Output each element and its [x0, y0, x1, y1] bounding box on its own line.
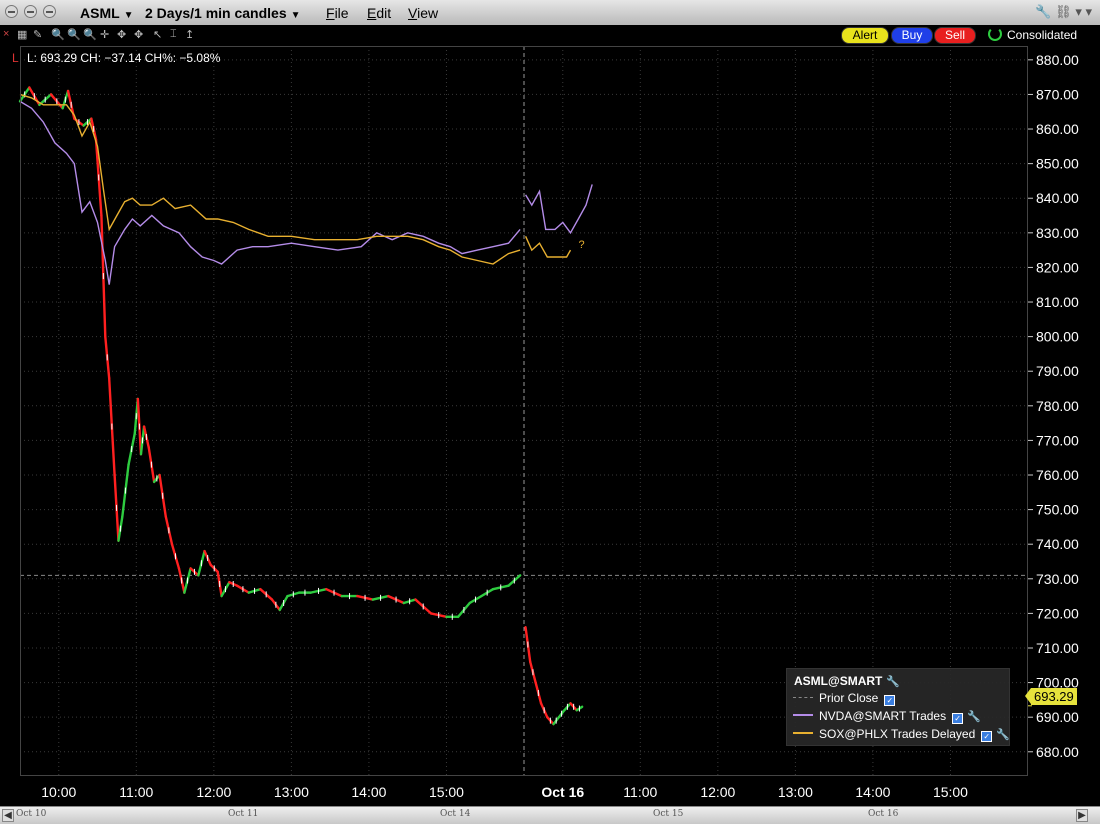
y-tick-label: 730.00 — [1036, 571, 1079, 587]
y-tick-label: 870.00 — [1036, 86, 1079, 102]
checkbox-icon[interactable]: ✓ — [952, 713, 964, 724]
wrench-icon[interactable]: 🔧 — [996, 729, 1010, 741]
legend-label: SOX@PHLX Trades Delayed — [819, 727, 976, 741]
scrollbar-date-label: Oct 11 — [228, 809, 259, 819]
legend-item-nvda[interactable]: NVDA@SMART Trades ✓ 🔧 — [793, 709, 981, 724]
chart-legend: ASML@SMART 🔧 Prior Close ✓ NVDA@SMART Trad… — [786, 668, 1010, 746]
current-price-tag: 693.29 — [1025, 688, 1077, 705]
y-tick-label: 720.00 — [1036, 605, 1079, 621]
wrench-icon[interactable]: 🔧 — [967, 711, 981, 723]
time-scrollbar[interactable]: ◀ Oct 10 Oct 11 Oct 14 Oct 15 Oct 16 ▶ — [0, 806, 1100, 824]
y-tick-label: 680.00 — [1036, 744, 1079, 760]
x-tick-label: 14:00 — [351, 784, 386, 800]
legend-title-text: ASML@SMART — [794, 674, 883, 688]
x-tick-label: 11:00 — [119, 784, 153, 800]
close-status-icon[interactable]: L — [12, 51, 19, 65]
y-tick-label: 850.00 — [1036, 156, 1079, 172]
x-tick-label: 15:00 — [933, 784, 968, 800]
legend-label: Prior Close — [819, 691, 879, 705]
scrollbar-date-label: Oct 16 — [868, 809, 899, 819]
y-tick-label: 760.00 — [1036, 467, 1079, 483]
y-tick-label: 840.00 — [1036, 190, 1079, 206]
y-tick-label: 790.00 — [1036, 363, 1079, 379]
y-tick-label: 710.00 — [1036, 640, 1079, 656]
scrollbar-date-label: Oct 14 — [440, 809, 471, 819]
x-tick-label: 11:00 — [623, 784, 657, 800]
y-tick-label: 830.00 — [1036, 225, 1079, 241]
legend-item-prior-close[interactable]: Prior Close ✓ — [793, 691, 896, 706]
y-tick-label: 860.00 — [1036, 121, 1079, 137]
y-tick-label: 750.00 — [1036, 502, 1079, 518]
x-tick-label: 10:00 — [41, 784, 76, 800]
plot-area — [20, 46, 1028, 776]
x-tick-label: Oct 16 — [541, 784, 584, 800]
scroll-left-arrow[interactable]: ◀ — [2, 809, 14, 822]
scrollbar-date-label: Oct 10 — [16, 809, 47, 819]
legend-swatch — [793, 714, 813, 716]
y-tick-label: 690.00 — [1036, 709, 1079, 725]
x-tick-label: 14:00 — [855, 784, 890, 800]
x-tick-label: 13:00 — [778, 784, 813, 800]
x-tick-label: 15:00 — [429, 784, 464, 800]
scroll-right-arrow[interactable]: ▶ — [1076, 809, 1088, 822]
x-tick-label: 12:00 — [196, 784, 231, 800]
scrollbar-date-label: Oct 15 — [653, 809, 684, 819]
y-tick-label: 770.00 — [1036, 432, 1079, 448]
y-tick-label: 820.00 — [1036, 259, 1079, 275]
y-tick-label: 780.00 — [1036, 398, 1079, 414]
y-tick-label: 880.00 — [1036, 52, 1079, 68]
y-tick-label: 810.00 — [1036, 294, 1079, 310]
y-tick-label: 740.00 — [1036, 536, 1079, 552]
legend-label: NVDA@SMART Trades — [819, 709, 947, 723]
legend-swatch — [793, 697, 813, 698]
checkbox-icon[interactable]: ✓ — [884, 695, 896, 706]
legend-swatch — [793, 732, 813, 734]
status-readout: L: 693.29 CH: −37.14 CH%: −5.08% — [27, 51, 221, 65]
checkbox-icon[interactable]: ✓ — [981, 731, 993, 742]
legend-item-sox[interactable]: SOX@PHLX Trades Delayed ✓ 🔧 — [793, 727, 1010, 742]
legend-title: ASML@SMART 🔧 — [794, 674, 900, 688]
x-tick-label: 13:00 — [274, 784, 309, 800]
x-tick-label: 12:00 — [700, 784, 735, 800]
wrench-icon[interactable]: 🔧 — [886, 676, 900, 688]
y-tick-label: 800.00 — [1036, 329, 1079, 345]
